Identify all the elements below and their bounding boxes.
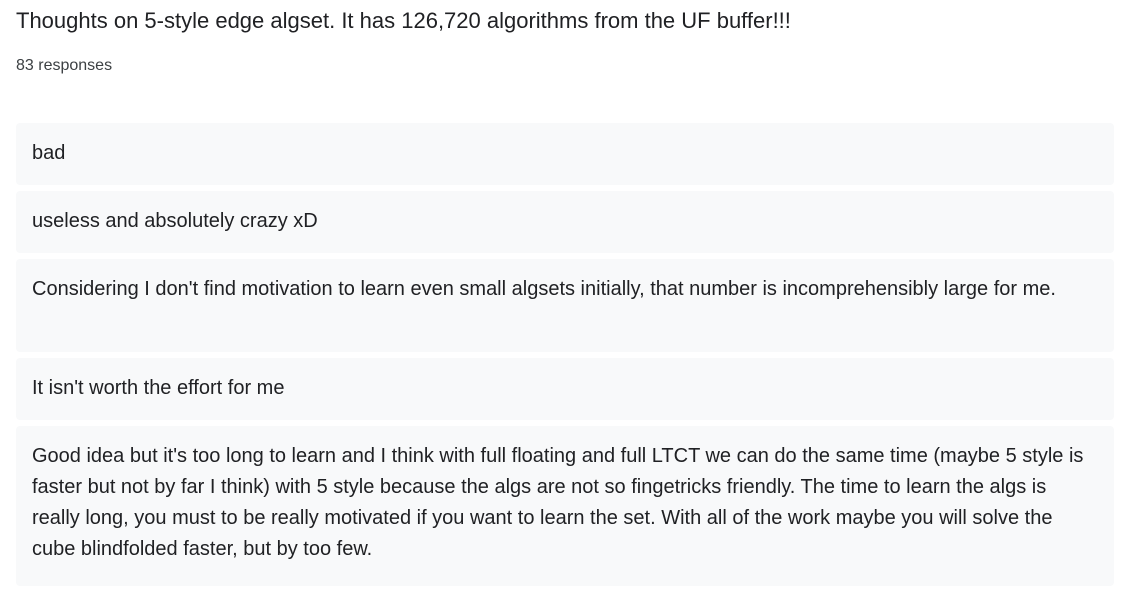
response-count: 83 responses <box>16 57 113 74</box>
response-item: It isn't worth the effort for me <box>16 358 1114 420</box>
response-item: Considering I don't find motivation to l… <box>16 259 1114 352</box>
response-item: Good idea but it's too long to learn and… <box>16 426 1114 586</box>
response-item: bad <box>16 123 1114 185</box>
response-item: useless and absolutely crazy xD <box>16 191 1114 253</box>
question-title: Thoughts on 5-style edge algset. It has … <box>16 8 791 33</box>
response-list: bad useless and absolutely crazy xD Cons… <box>16 123 1114 592</box>
